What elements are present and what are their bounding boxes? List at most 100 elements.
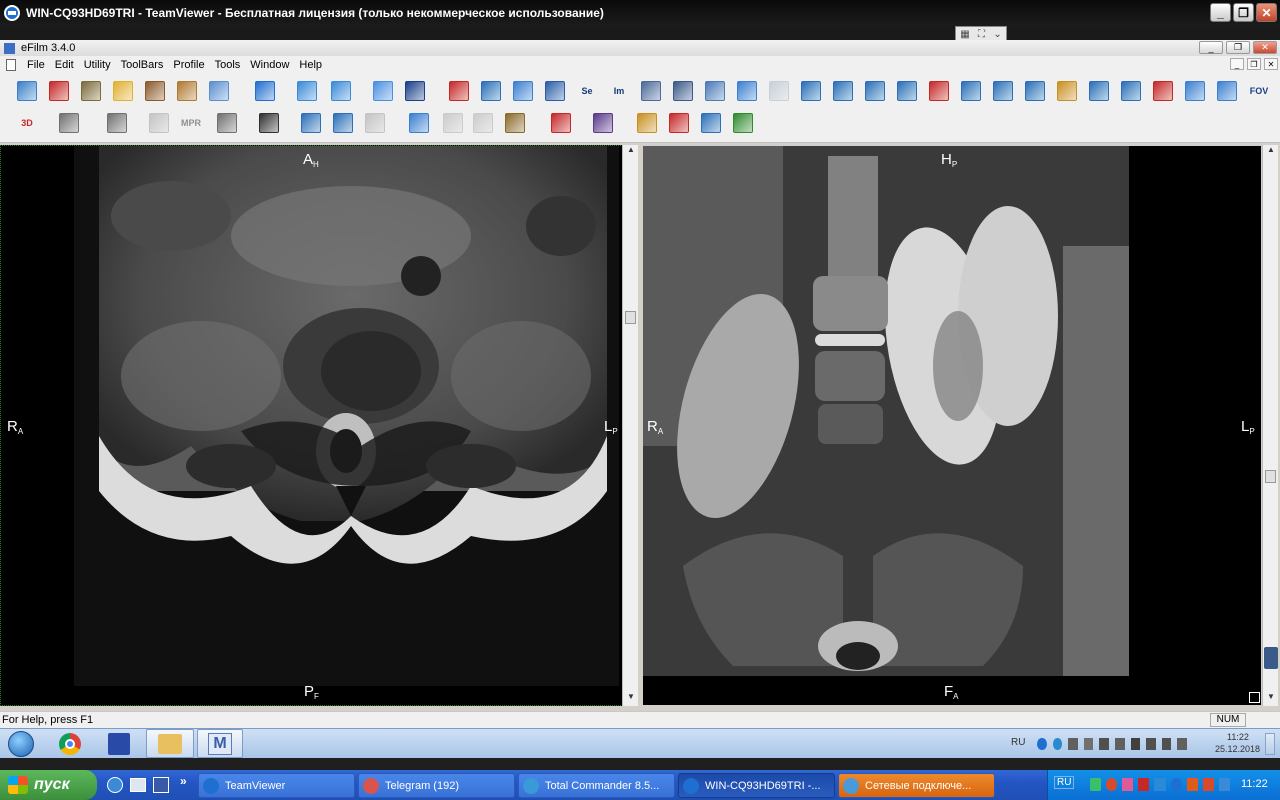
menu-utility[interactable]: Utility: [79, 59, 116, 71]
toolbar-report-button[interactable]: [638, 78, 664, 104]
volume-icon[interactable]: [1161, 738, 1172, 750]
tray-icon-5[interactable]: [1099, 738, 1109, 750]
toolbar-image-button[interactable]: Im: [606, 78, 632, 104]
show-desktop-button[interactable]: [1265, 733, 1275, 755]
task-network-connections[interactable]: Сетевые подключе...: [838, 773, 995, 798]
toolbar-spine-label-button[interactable]: [958, 78, 984, 104]
toolbar-print-button[interactable]: [502, 110, 528, 136]
toolbar-mpr-button[interactable]: MPR: [178, 110, 204, 136]
tray-icon-10[interactable]: [1177, 738, 1187, 750]
ie-icon[interactable]: [107, 777, 123, 793]
save-icon[interactable]: [153, 777, 169, 793]
task-total-commander[interactable]: Total Commander 8.5...: [518, 773, 675, 798]
toolbar-crosshair-button[interactable]: [1150, 78, 1176, 104]
toolbar-angle-button[interactable]: [830, 78, 856, 104]
grid-icon[interactable]: ▦: [960, 29, 969, 40]
toolbar-next-button[interactable]: [470, 110, 496, 136]
tray-icon-5[interactable]: [1154, 778, 1166, 791]
task-teamviewer[interactable]: TeamViewer: [198, 773, 355, 798]
toolbar-patient-button[interactable]: [142, 78, 168, 104]
app-close-button[interactable]: ✕: [1253, 41, 1277, 54]
toolbar-monitor-button[interactable]: [590, 110, 616, 136]
toolbar-close-image-button[interactable]: [362, 110, 388, 136]
toolbar-sync-button[interactable]: [406, 110, 432, 136]
mdi-close-button[interactable]: ✕: [1264, 58, 1278, 70]
task-remote-session[interactable]: WIN-CQ93HD69TRI -...: [678, 773, 835, 798]
tray-icon-8[interactable]: [1146, 738, 1156, 750]
toolbar-pan-button[interactable]: [294, 78, 320, 104]
toolbar-ruler-button[interactable]: [702, 78, 728, 104]
toolbar-spine-label-alt-button[interactable]: [990, 78, 1016, 104]
toolbar-cine-button[interactable]: [478, 78, 504, 104]
toolbar-ellipse-button[interactable]: [862, 78, 888, 104]
toolbar-magic-button[interactable]: [1086, 78, 1112, 104]
toolbar-hourglass-button[interactable]: [78, 78, 104, 104]
teamviewer-tray-icon[interactable]: [1170, 778, 1182, 791]
remote-chrome-button[interactable]: [52, 729, 88, 758]
toolbar-key-image-button[interactable]: [634, 110, 660, 136]
toolbar-axis-button[interactable]: [104, 110, 130, 136]
toolbar-glasses-button[interactable]: [146, 110, 172, 136]
toolbar-reset-button[interactable]: [666, 110, 692, 136]
toolbar-zoom-button[interactable]: [328, 78, 354, 104]
tray-icon-4[interactable]: [1083, 738, 1094, 750]
scroll-down-icon[interactable]: ▼: [623, 692, 639, 706]
desktop-icon[interactable]: [130, 778, 146, 792]
toolbar-open-folder-button[interactable]: [110, 78, 136, 104]
toolbar-series-button[interactable]: Se: [574, 78, 600, 104]
tray-icon-3[interactable]: [1122, 778, 1134, 791]
tray-icon-8[interactable]: [1202, 778, 1214, 791]
menu-help[interactable]: Help: [294, 59, 327, 71]
remote-lang[interactable]: RU: [1011, 737, 1025, 748]
warning-icon[interactable]: [1186, 778, 1198, 791]
toolbar-window-level-button[interactable]: [252, 78, 278, 104]
toolbar-export-button[interactable]: [174, 78, 200, 104]
coronal-scrollbar[interactable]: ▲ ▼: [1262, 145, 1278, 706]
toolbar-hand-button[interactable]: [1054, 78, 1080, 104]
start-button[interactable]: пуск: [0, 770, 97, 800]
tray-icon-1[interactable]: [1090, 778, 1102, 791]
toolbar-stack-dim-button[interactable]: [766, 78, 792, 104]
menu-window[interactable]: Window: [245, 59, 294, 71]
toolbar-edit-annotation-button[interactable]: [446, 78, 472, 104]
remote-save-button[interactable]: [100, 729, 138, 758]
toolbar-compare-button[interactable]: [542, 78, 568, 104]
close-button[interactable]: ✕: [1256, 3, 1277, 22]
toolbar-delete-button[interactable]: [46, 78, 72, 104]
toolbar-gray-box-button[interactable]: [56, 110, 82, 136]
tray-icon-2[interactable]: [1106, 778, 1118, 791]
shield-icon[interactable]: [1138, 778, 1150, 791]
menu-tools[interactable]: Tools: [210, 59, 246, 71]
toolbar-back-arrow-button[interactable]: [370, 78, 396, 104]
tray-icon-9[interactable]: [1218, 778, 1230, 791]
app-minimize-button[interactable]: _: [1199, 41, 1223, 54]
teamviewer-tray-icon[interactable]: [1037, 738, 1047, 750]
chevron-down-icon[interactable]: ⌄: [993, 29, 1001, 40]
scroll-thumb[interactable]: [1265, 470, 1276, 483]
menu-edit[interactable]: Edit: [50, 59, 79, 71]
efilm-title-bar[interactable]: eFilm 3.4.0 _ ❐ ✕: [0, 40, 1280, 56]
app-restore-button[interactable]: ❐: [1226, 41, 1250, 54]
chevron-icon[interactable]: »: [180, 774, 187, 788]
scroll-up-icon[interactable]: ▲: [623, 145, 639, 159]
network-tray-icon[interactable]: [1052, 738, 1063, 750]
toolbar-height-button[interactable]: [1118, 78, 1144, 104]
axial-scrollbar[interactable]: ▲ ▼: [622, 145, 638, 706]
minimize-button[interactable]: _: [1210, 3, 1231, 22]
toolbar-compare-dropdown-button[interactable]: [548, 110, 574, 136]
teamviewer-title-bar[interactable]: WIN-CQ93HD69TRI - TeamViewer - Бесплатна…: [0, 0, 1280, 26]
mdi-restore-button[interactable]: ❐: [1247, 58, 1261, 70]
toolbar-eye-button[interactable]: [670, 78, 696, 104]
menu-toolbars[interactable]: ToolBars: [116, 59, 169, 71]
menu-file[interactable]: File: [22, 59, 50, 71]
toolbar-probe-button[interactable]: [894, 78, 920, 104]
toolbar-3d-button[interactable]: 3D: [14, 110, 40, 136]
tray-icon-3[interactable]: [1068, 738, 1078, 750]
toolbar-windows-button[interactable]: [206, 78, 232, 104]
fullscreen-icon[interactable]: ⛶: [978, 29, 985, 40]
tray-icon-7[interactable]: [1130, 738, 1141, 750]
scroll-up-icon[interactable]: ▲: [1263, 145, 1279, 159]
document-icon[interactable]: [6, 58, 16, 71]
maximize-button[interactable]: ❐: [1233, 3, 1254, 22]
toolbar-flip-horizontal-button[interactable]: [1182, 78, 1208, 104]
